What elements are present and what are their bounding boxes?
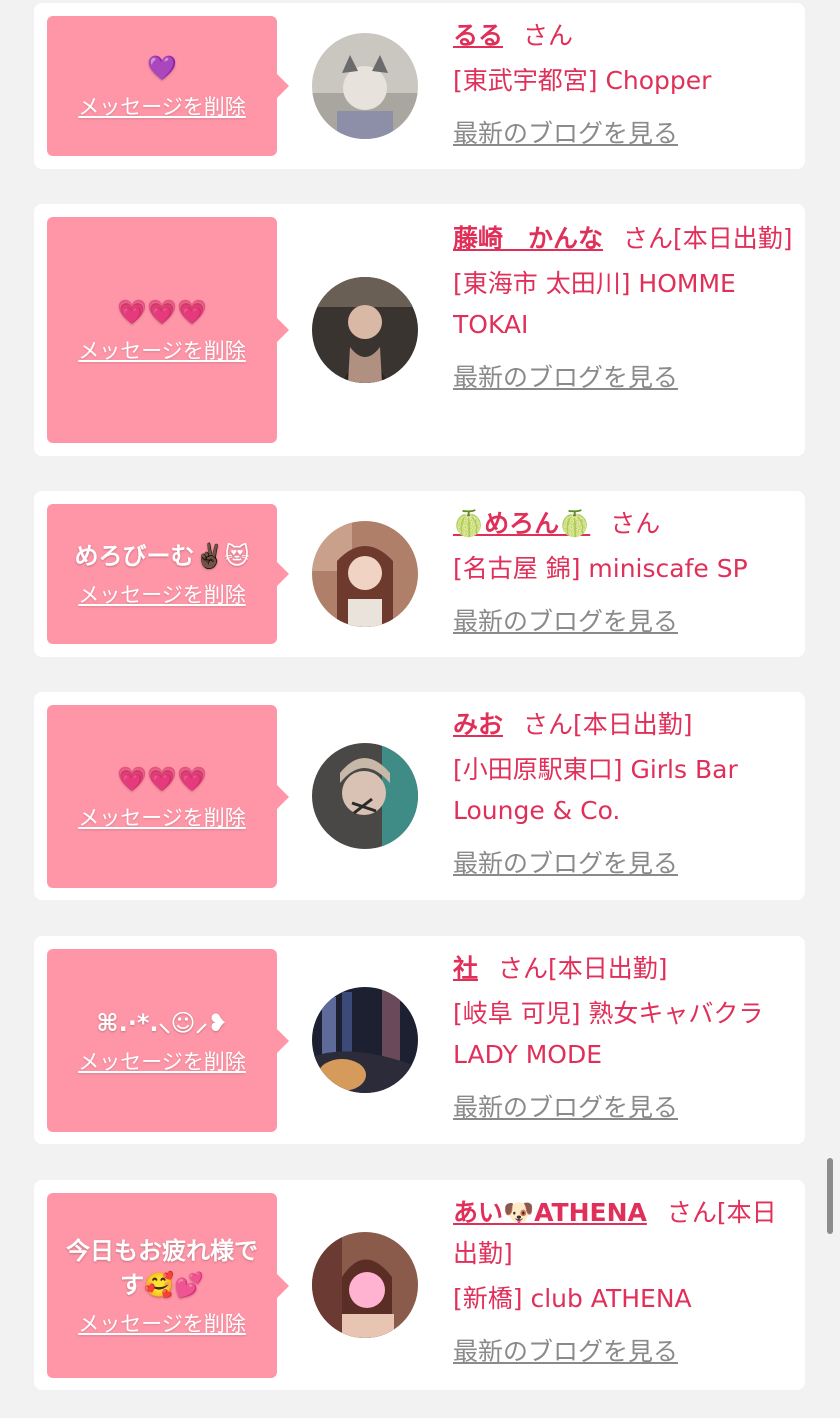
avatar[interactable] (312, 1232, 418, 1338)
san-label: さん (498, 954, 549, 983)
latest-blog-link[interactable]: 最新のブログを見る (453, 357, 793, 398)
delete-message-link[interactable]: メッセージを削除 (78, 579, 246, 609)
message-card: 💜 メッセージを削除 るる さん [東武宇都宮] Chopper 最新のブログを見… (34, 3, 805, 169)
latest-blog-link[interactable]: 最新のブログを見る (453, 1087, 793, 1128)
delete-message-link[interactable]: メッセージを削除 (78, 91, 246, 121)
message-list: 💜 メッセージを削除 るる さん [東武宇都宮] Chopper 最新のブログを見… (0, 0, 840, 1418)
avatar[interactable] (312, 33, 418, 139)
attendance-status: [本日出勤] (673, 224, 793, 253)
message-card: めろびーむ✌🏿😻 メッセージを削除 🍈めろん🍈 さん [名古屋 錦] minisc… (34, 491, 805, 657)
san-label: さん (523, 21, 574, 50)
delete-message-link[interactable]: メッセージを削除 (78, 1046, 246, 1076)
shop-name: [東武宇都宮] Chopper (453, 66, 712, 95)
member-info: 🍈めろん🍈 さん [名古屋 錦] miniscafe SP 最新のブログを見る (453, 503, 793, 642)
san-label: さん (610, 509, 661, 538)
latest-blog-link[interactable]: 最新のブログを見る (453, 843, 793, 884)
delete-message-link[interactable]: メッセージを削除 (78, 1308, 246, 1338)
message-bubble: 💜 メッセージを削除 (47, 16, 289, 156)
member-info: あい🐶ATHENA さん[本日出勤] [新橋] club ATHENA 最新のブロ… (453, 1192, 793, 1372)
message-text: 💗💗💗 (117, 298, 207, 326)
delete-message-link[interactable]: メッセージを削除 (78, 802, 246, 832)
message-bubble: 今日もお疲れ様です🥰💕 メッセージを削除 (47, 1193, 289, 1378)
message-text: ⌘.·*.⸜☺︎⸝❥ (96, 1008, 228, 1037)
san-label: さん (623, 224, 674, 253)
shop-name: [名古屋 錦] miniscafe SP (453, 554, 748, 583)
member-name-link[interactable]: るる (453, 21, 503, 50)
avatar[interactable] (312, 743, 418, 849)
member-name-link[interactable]: みお (453, 710, 503, 739)
message-text: 💗💗💗 (117, 764, 207, 793)
message-text: 今日もお疲れ様です🥰💕 (66, 1236, 258, 1299)
member-name-link[interactable]: 藤崎 かんな (453, 224, 603, 253)
avatar[interactable] (312, 987, 418, 1093)
message-card: ⌘.·*.⸜☺︎⸝❥ メッセージを削除 社さん[本日出勤] [岐阜 可児] 熟女… (34, 936, 805, 1144)
member-info: るる さん [東武宇都宮] Chopper 最新のブログを見る (453, 15, 793, 154)
member-info: みお さん[本日出勤] [小田原駅東口] Girls Bar Lounge & C… (453, 704, 793, 884)
avatar[interactable] (312, 521, 418, 627)
message-card: 💗💗💗 メッセージを削除 みお さん[本日出勤] [小田原駅東口] Girls B… (34, 692, 805, 900)
message-bubble: 💗💗💗 メッセージを削除 (47, 705, 289, 888)
shop-name: [小田原駅東口] Girls Bar Lounge & Co. (453, 755, 738, 825)
attendance-status: [本日出勤] (548, 954, 668, 983)
message-text: めろびーむ✌🏿😻 (74, 542, 250, 570)
member-name-link[interactable]: 社 (453, 954, 478, 983)
attendance-status: [本日出勤] (573, 710, 693, 739)
avatar[interactable] (312, 277, 418, 383)
latest-blog-link[interactable]: 最新のブログを見る (453, 113, 793, 154)
delete-message-link[interactable]: メッセージを削除 (78, 335, 246, 365)
san-label: さん (523, 710, 574, 739)
member-info: 社さん[本日出勤] [岐阜 可児] 熟女キャバクラ LADY MODE 最新のブ… (453, 948, 793, 1128)
latest-blog-link[interactable]: 最新のブログを見る (453, 1331, 793, 1372)
shop-name: [東海市 太田川] HOMME TOKAI (453, 269, 736, 339)
message-card: 今日もお疲れ様です🥰💕 メッセージを削除 あい🐶ATHENA さん[本日出勤] [… (34, 1180, 805, 1390)
message-card: 💗💗💗 メッセージを削除 藤崎 かんな さん[本日出勤] [東海市 太田川] HO… (34, 204, 805, 456)
shop-name: [新橋] club ATHENA (453, 1284, 692, 1313)
member-name-link[interactable]: 🍈めろん🍈 (453, 509, 590, 538)
scrollbar[interactable] (827, 1158, 833, 1234)
message-text: 💜 (147, 54, 177, 82)
message-bubble: ⌘.·*.⸜☺︎⸝❥ メッセージを削除 (47, 949, 289, 1132)
message-bubble: めろびーむ✌🏿😻 メッセージを削除 (47, 504, 289, 644)
member-info: 藤崎 かんな さん[本日出勤] [東海市 太田川] HOMME TOKAI 最新の… (453, 218, 793, 398)
message-bubble: 💗💗💗 メッセージを削除 (47, 217, 289, 443)
shop-name: [岐阜 可児] 熟女キャバクラ LADY MODE (453, 999, 764, 1069)
member-name-link[interactable]: あい🐶ATHENA (453, 1198, 647, 1227)
latest-blog-link[interactable]: 最新のブログを見る (453, 601, 793, 642)
san-label: さん (666, 1198, 717, 1227)
